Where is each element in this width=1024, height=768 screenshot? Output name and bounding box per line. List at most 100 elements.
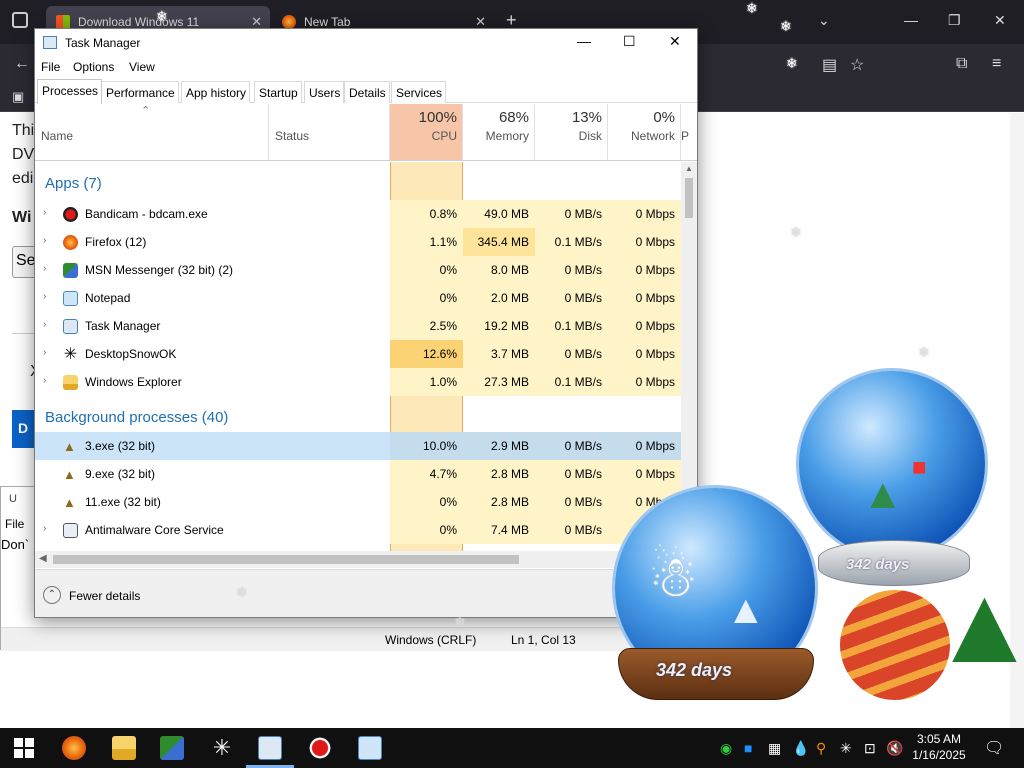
process-memory: 2.8 MB (463, 460, 535, 488)
maximize-button[interactable]: ❐ (948, 12, 961, 29)
process-row[interactable]: › ✳ DesktopSnowOK 12.6% 3.7 MB 0 MB/s 0 … (35, 340, 681, 368)
expand-icon[interactable]: › (43, 347, 46, 358)
process-network: 0 Mbps (608, 256, 681, 284)
maximize-button[interactable]: ☐ (623, 33, 636, 50)
msn-messenger-icon[interactable] (160, 736, 184, 760)
bandicam-icon[interactable] (308, 736, 332, 760)
record-status-icon[interactable]: ◉ (720, 740, 732, 757)
search-tray-icon[interactable]: ⚲ (816, 740, 826, 757)
expand-icon[interactable]: › (43, 235, 46, 246)
menu-options[interactable]: Options (73, 60, 114, 74)
process-cpu: 4.7% (390, 460, 463, 488)
menu-icon[interactable]: ≡ (992, 55, 1001, 73)
process-memory: 2.9 MB (463, 432, 535, 460)
process-row[interactable]: › MSN Messenger (32 bit) (2) 0% 8.0 MB 0… (35, 256, 681, 284)
column-disk[interactable]: 13% Disk (535, 104, 608, 160)
column-status[interactable]: Status (269, 104, 390, 160)
tab-processes[interactable]: Processes (37, 79, 103, 104)
column-power[interactable]: P (681, 104, 697, 160)
column-header: ⌃ Name Status 100% CPU 68% Memory 13% Di… (35, 104, 697, 161)
column-name[interactable]: ⌃ Name (35, 104, 269, 160)
app-tray-icon[interactable]: ■ (744, 740, 752, 756)
column-label: Status (275, 129, 310, 143)
horizontal-scrollbar[interactable]: ◀ ▶ (35, 551, 681, 568)
tab-app-history[interactable]: App history (181, 81, 251, 103)
clock-date[interactable]: 1/16/2025 (910, 748, 968, 762)
page-heading: Wi (12, 209, 32, 226)
notepad-status-bar: Windows (CRLF) Ln 1, Col 13 (1, 627, 701, 651)
firefox-icon[interactable] (62, 736, 86, 760)
notifications-icon[interactable]: 🗨 (984, 738, 1004, 758)
process-row[interactable]: › Windows Explorer 1.0% 27.3 MB 0.1 MB/s… (35, 368, 681, 396)
process-disk: 0.1 MB/s (535, 368, 608, 396)
minimize-button[interactable]: — (904, 12, 918, 28)
menu-file[interactable]: File (41, 60, 60, 74)
expand-icon[interactable]: › (43, 207, 46, 218)
extensions-icon[interactable]: ⧉ (956, 55, 967, 73)
process-name: DesktopSnowOK (85, 347, 177, 361)
reader-view-icon[interactable]: ▤ (822, 55, 837, 75)
process-row[interactable]: ▲ 11.exe (32 bit) 0% 2.8 MB 0 MB/s 0 Mbp… (35, 488, 681, 516)
scroll-thumb[interactable] (53, 555, 519, 564)
snowflake-icon[interactable]: ✳ (210, 736, 234, 760)
process-row[interactable]: › Bandicam - bdcam.exe 0.8% 49.0 MB 0 MB… (35, 200, 681, 228)
process-row[interactable]: › Task Manager 2.5% 19.2 MB 0.1 MB/s 0 M… (35, 312, 681, 340)
bookmark-folder-icon[interactable]: ▣ (12, 89, 24, 105)
volume-muted-icon[interactable]: 🔇 (886, 740, 903, 757)
process-row[interactable]: ▲ 3.exe (32 bit) 10.0% 2.9 MB 0 MB/s 0 M… (35, 432, 681, 460)
scroll-thumb[interactable] (685, 178, 693, 218)
back-icon[interactable]: ← (14, 55, 30, 73)
footer-bar: ⌃ Fewer details (35, 569, 697, 617)
process-row[interactable]: › Notepad 0% 2.0 MB 0 MB/s 0 Mbps (35, 284, 681, 312)
close-button[interactable]: ✕ (994, 12, 1006, 29)
task-manager-icon[interactable] (258, 736, 282, 760)
process-network: 0 Mbps (608, 284, 681, 312)
chevron-down-icon[interactable]: ⌄ (818, 12, 830, 29)
notepad-menu-file[interactable]: File (5, 517, 24, 531)
snowflake-tray-icon[interactable]: ✳ (840, 740, 852, 757)
drop-icon[interactable]: 💧 (792, 740, 809, 757)
network-tray-icon[interactable]: ▦ (768, 740, 781, 757)
group-apps[interactable]: Apps (7) (45, 175, 102, 192)
expand-icon[interactable]: › (43, 523, 46, 534)
chevron-up-icon[interactable]: ⌃ (43, 586, 61, 604)
start-button[interactable] (14, 738, 34, 758)
menu-view[interactable]: View (129, 60, 155, 74)
process-row[interactable]: › Firefox (12) 1.1% 345.4 MB 0.1 MB/s 0 … (35, 228, 681, 256)
file-explorer-icon[interactable] (112, 736, 136, 760)
column-network[interactable]: 0% Network (608, 104, 681, 160)
process-disk: 0 MB/s (535, 340, 608, 368)
tab-performance[interactable]: Performance (101, 81, 179, 103)
status-position: Ln 1, Col 13 (511, 633, 576, 647)
minimize-button[interactable]: — (577, 33, 591, 49)
tab-list-icon[interactable] (12, 12, 28, 28)
expand-icon[interactable]: › (43, 319, 46, 330)
process-row[interactable]: ▲ 9.exe (32 bit) 4.7% 2.8 MB 0 MB/s 0 Mb… (35, 460, 681, 488)
expand-icon[interactable]: › (43, 291, 46, 302)
expand-icon[interactable]: › (43, 263, 46, 274)
process-network: 0 Mbps (608, 312, 681, 340)
fewer-details-button[interactable]: Fewer details (69, 589, 140, 603)
tab-services[interactable]: Services (391, 81, 447, 103)
process-name: 9.exe (32 bit) (85, 467, 156, 481)
tab-startup[interactable]: Startup (254, 81, 302, 103)
close-button[interactable]: ✕ (669, 33, 681, 50)
bookmark-star-icon[interactable]: ☆ (850, 55, 864, 75)
column-cpu[interactable]: 100% CPU (390, 104, 463, 160)
group-background[interactable]: Background processes (40) (45, 409, 228, 426)
scroll-left-icon[interactable]: ◀ (39, 553, 47, 564)
snowflake-icon: ❄ (454, 614, 466, 630)
notepad-icon[interactable] (358, 736, 382, 760)
clock-time[interactable]: 3:05 AM (914, 732, 964, 746)
process-memory: 2.0 MB (463, 284, 535, 312)
notepad-text[interactable]: Don` (1, 537, 29, 552)
scroll-up-icon[interactable]: ▲ (685, 164, 693, 173)
process-disk: 0 MB/s (535, 284, 608, 312)
process-row[interactable]: › Antimalware Core Service 0% 7.4 MB 0 M… (35, 516, 681, 544)
network-icon[interactable]: ⊡ (864, 740, 876, 757)
memory-total: 68% (498, 109, 529, 126)
column-memory[interactable]: 68% Memory (463, 104, 535, 160)
expand-icon[interactable]: › (43, 375, 46, 386)
tab-users[interactable]: Users (304, 81, 345, 103)
tab-details[interactable]: Details (344, 81, 390, 103)
